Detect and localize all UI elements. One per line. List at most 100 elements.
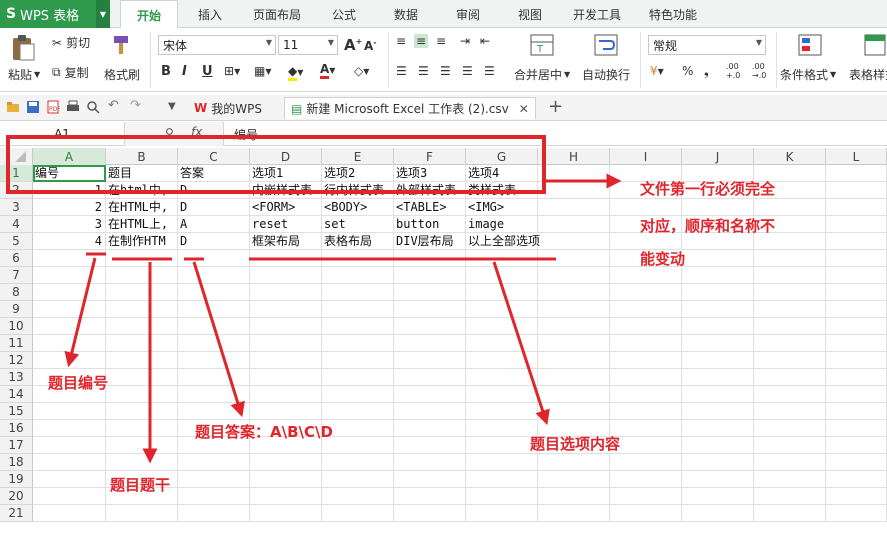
table-cell[interactable]: [394, 386, 466, 403]
table-cell[interactable]: [538, 165, 610, 182]
table-cell[interactable]: [394, 437, 466, 454]
table-cell[interactable]: [826, 335, 887, 352]
table-cell[interactable]: [826, 284, 887, 301]
table-cell[interactable]: [754, 471, 826, 488]
row-header[interactable]: 11: [0, 335, 33, 352]
table-cell[interactable]: [178, 369, 250, 386]
table-cell[interactable]: [178, 284, 250, 301]
conditional-format-button[interactable]: 条件格式 ▼: [780, 66, 836, 83]
select-all-corner[interactable]: [0, 148, 33, 165]
table-cell[interactable]: [250, 403, 322, 420]
table-cell[interactable]: [826, 471, 887, 488]
table-cell[interactable]: [33, 335, 106, 352]
table-cell[interactable]: [826, 182, 887, 199]
zoom-search-icon[interactable]: ⚲: [165, 126, 174, 140]
copy-button[interactable]: ⧉ 复制: [52, 64, 89, 81]
column-header-g[interactable]: G: [466, 148, 538, 165]
table-cell[interactable]: [826, 420, 887, 437]
table-cell[interactable]: [178, 352, 250, 369]
align-bottom-button[interactable]: ≡: [436, 34, 446, 48]
table-cell[interactable]: [538, 352, 610, 369]
table-cell[interactable]: reset: [250, 216, 322, 233]
table-cell[interactable]: [754, 352, 826, 369]
table-cell[interactable]: [466, 369, 538, 386]
table-cell[interactable]: [538, 318, 610, 335]
table-cell[interactable]: [682, 505, 754, 522]
table-cell[interactable]: [250, 471, 322, 488]
clear-format-button[interactable]: ◇ ▼: [354, 64, 369, 78]
table-cell[interactable]: [250, 488, 322, 505]
table-cell[interactable]: [322, 369, 394, 386]
new-tab-plus-icon[interactable]: +: [548, 96, 563, 117]
format-painter-button[interactable]: 格式刷: [104, 66, 140, 83]
row-header[interactable]: 21: [0, 505, 33, 522]
tab-formulas[interactable]: 公式: [320, 0, 368, 28]
increase-indent-button[interactable]: ⇥: [460, 34, 470, 48]
table-cell[interactable]: [106, 437, 178, 454]
table-cell[interactable]: 内嵌样式表: [250, 182, 322, 199]
table-cell[interactable]: [106, 369, 178, 386]
table-cell[interactable]: [394, 488, 466, 505]
column-header-c[interactable]: C: [178, 148, 250, 165]
table-cell[interactable]: [754, 335, 826, 352]
table-cell[interactable]: [33, 267, 106, 284]
underline-button[interactable]: U: [202, 64, 213, 79]
table-cell[interactable]: [610, 505, 682, 522]
row-header[interactable]: 7: [0, 267, 33, 284]
insert-function-fx-icon[interactable]: fx: [191, 125, 202, 139]
undo-icon[interactable]: ↶: [108, 98, 122, 113]
table-style-button[interactable]: 表格样式: [849, 66, 887, 83]
table-cell[interactable]: [33, 352, 106, 369]
table-cell[interactable]: [682, 471, 754, 488]
table-cell[interactable]: A: [178, 216, 250, 233]
table-cell[interactable]: 行内样式表: [322, 182, 394, 199]
table-cell[interactable]: [754, 437, 826, 454]
tab-insert[interactable]: 插入: [186, 0, 234, 28]
column-header-a[interactable]: A: [33, 148, 106, 165]
table-cell[interactable]: [106, 505, 178, 522]
column-header-b[interactable]: B: [106, 148, 178, 165]
table-cell[interactable]: [33, 471, 106, 488]
tab-home[interactable]: 开始: [120, 0, 178, 29]
currency-button[interactable]: ¥ ▼: [650, 64, 664, 78]
table-cell[interactable]: [610, 335, 682, 352]
row-header[interactable]: 10: [0, 318, 33, 335]
tab-view[interactable]: 视图: [506, 0, 554, 28]
table-cell[interactable]: [610, 369, 682, 386]
table-cell[interactable]: [826, 216, 887, 233]
table-cell[interactable]: [754, 318, 826, 335]
export-pdf-icon[interactable]: PDF: [46, 100, 61, 114]
table-cell[interactable]: [538, 233, 610, 250]
table-cell[interactable]: 2: [33, 199, 106, 216]
row-header[interactable]: 6: [0, 250, 33, 267]
table-cell[interactable]: [466, 386, 538, 403]
table-cell[interactable]: set: [322, 216, 394, 233]
table-cell[interactable]: [610, 318, 682, 335]
column-header-f[interactable]: F: [394, 148, 466, 165]
table-cell[interactable]: [754, 386, 826, 403]
table-cell[interactable]: [466, 318, 538, 335]
customize-toolbar-chevron-down-icon[interactable]: ▼: [168, 101, 182, 115]
doc-tab-csv-file[interactable]: ▤ 新建 Microsoft Excel 工作表 (2).csv ✕: [284, 97, 536, 119]
table-cell[interactable]: [394, 352, 466, 369]
table-cell[interactable]: [682, 437, 754, 454]
table-cell[interactable]: [538, 182, 610, 199]
save-icon[interactable]: [26, 100, 40, 114]
table-cell[interactable]: [250, 352, 322, 369]
table-cell[interactable]: 外部样式表: [394, 182, 466, 199]
table-cell[interactable]: [322, 335, 394, 352]
table-cell[interactable]: [322, 454, 394, 471]
row-header[interactable]: 12: [0, 352, 33, 369]
row-header[interactable]: 9: [0, 301, 33, 318]
table-cell[interactable]: D: [178, 182, 250, 199]
table-cell[interactable]: [610, 488, 682, 505]
print-icon[interactable]: [66, 100, 80, 114]
table-cell[interactable]: [322, 250, 394, 267]
table-cell[interactable]: [178, 471, 250, 488]
table-cell[interactable]: 以上全部选项: [466, 233, 540, 250]
table-cell[interactable]: 在HTML上,: [106, 216, 178, 233]
row-header[interactable]: 16: [0, 420, 33, 437]
wrap-text-button[interactable]: 自动换行: [582, 66, 630, 83]
column-header-i[interactable]: I: [610, 148, 682, 165]
row-header[interactable]: 5: [0, 233, 33, 250]
